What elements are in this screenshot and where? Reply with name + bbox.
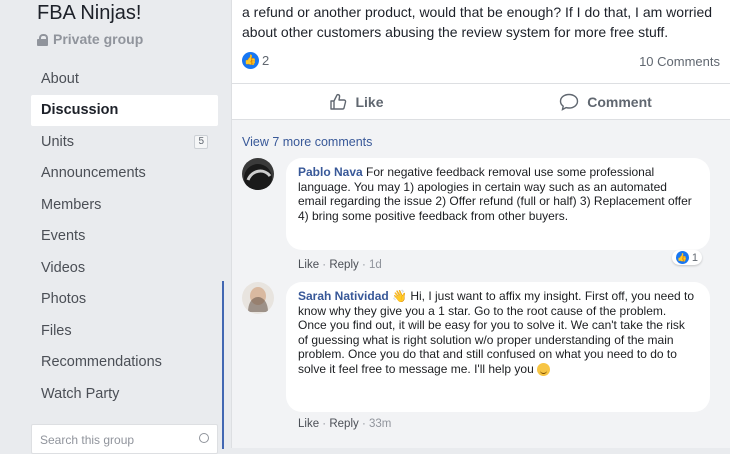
nav-item-discussion[interactable]: Discussion (31, 94, 218, 126)
comment-bubble-icon (560, 93, 579, 111)
group-sidebar: FBA Ninjas! Private group About Discussi… (0, 0, 232, 454)
comment-meta: Like · Reply · 33m (298, 418, 392, 430)
post-panel: a refund or another product, would that … (222, 0, 730, 449)
nav-item-label: Units (41, 133, 75, 150)
units-count-badge: 5 (194, 134, 208, 149)
group-nav: About Discussion Units 5 Announcements Me… (31, 63, 218, 410)
comment-button-label: Comment (587, 93, 652, 110)
comment-author[interactable]: Pablo Nava (298, 165, 363, 179)
nav-item-label: Announcements (41, 165, 146, 182)
comment-timestamp[interactable]: 33m (369, 418, 391, 430)
privacy-label: Private group (53, 31, 144, 47)
nav-item-recommendations[interactable]: Recommendations (31, 347, 218, 379)
nav-item-files[interactable]: Files (31, 315, 218, 347)
comment-reaction-number: 1 (691, 251, 698, 264)
comments-count-link[interactable]: 10 Comments (639, 54, 720, 69)
thumbs-up-icon (330, 93, 347, 110)
post-reactions[interactable]: 👍 2 (242, 52, 269, 69)
search-icon (199, 433, 209, 443)
nav-item-label: Discussion (41, 102, 119, 119)
smiley-icon (537, 362, 551, 376)
nav-item-label: Watch Party (41, 385, 120, 402)
nav-item-announcements[interactable]: Announcements (31, 158, 218, 190)
comment-reaction-count[interactable]: 👍 1 (671, 250, 702, 265)
nav-item-label: Photos (41, 291, 87, 308)
comments-section: View 7 more comments Pablo Nava For nega… (232, 120, 730, 448)
nav-item-label: Events (41, 228, 86, 245)
comment-timestamp[interactable]: 1d (369, 259, 382, 271)
group-search-input[interactable]: Search this group (31, 424, 218, 454)
post-text: a refund or another product, would that … (242, 4, 713, 40)
comment-focus-indicator (222, 281, 224, 449)
comment-reply-link[interactable]: Reply (329, 418, 358, 430)
like-button-label: Like (355, 93, 384, 110)
group-title[interactable]: FBA Ninjas! (37, 2, 141, 25)
comment-like-link[interactable]: Like (298, 418, 319, 430)
like-reaction-icon: 👍 (675, 251, 689, 264)
nav-item-label: Members (41, 196, 102, 213)
nav-item-photos[interactable]: Photos (31, 284, 218, 316)
nav-item-label: About (41, 70, 79, 87)
avatar[interactable] (242, 158, 274, 190)
nav-item-label: Recommendations (41, 354, 162, 371)
nav-item-events[interactable]: Events (31, 221, 218, 253)
lock-icon (37, 33, 48, 46)
comment-bubble: Sarah Natividad 👋 Hi, I just want to aff… (286, 282, 710, 412)
nav-item-units[interactable]: Units 5 (31, 126, 218, 158)
comment-bubble: Pablo Nava For negative feedback removal… (286, 158, 710, 250)
waving-hand-icon: 👋 (392, 289, 407, 303)
search-placeholder: Search this group (40, 433, 135, 447)
reaction-count: 2 (262, 53, 270, 68)
view-more-comments-link[interactable]: View 7 more comments (242, 135, 372, 149)
comment-reply-link[interactable]: Reply (329, 259, 358, 271)
post-action-bar: Like Comment (232, 83, 730, 120)
nav-item-about[interactable]: About (31, 63, 218, 95)
nav-item-videos[interactable]: Videos (31, 252, 218, 284)
nav-item-label: Files (41, 322, 72, 339)
avatar[interactable] (242, 282, 274, 314)
comment-author[interactable]: Sarah Natividad (298, 289, 389, 303)
comment-button[interactable]: Comment (481, 84, 730, 119)
nav-item-members[interactable]: Members (31, 189, 218, 221)
like-button[interactable]: Like (232, 84, 481, 119)
nav-item-label: Videos (41, 259, 86, 276)
comment-like-link[interactable]: Like (298, 259, 319, 271)
like-reaction-icon: 👍 (242, 52, 259, 69)
group-privacy: Private group (37, 31, 143, 47)
nav-item-watch-party[interactable]: Watch Party (31, 378, 218, 410)
comment-meta: Like · Reply · 1d (298, 259, 382, 271)
